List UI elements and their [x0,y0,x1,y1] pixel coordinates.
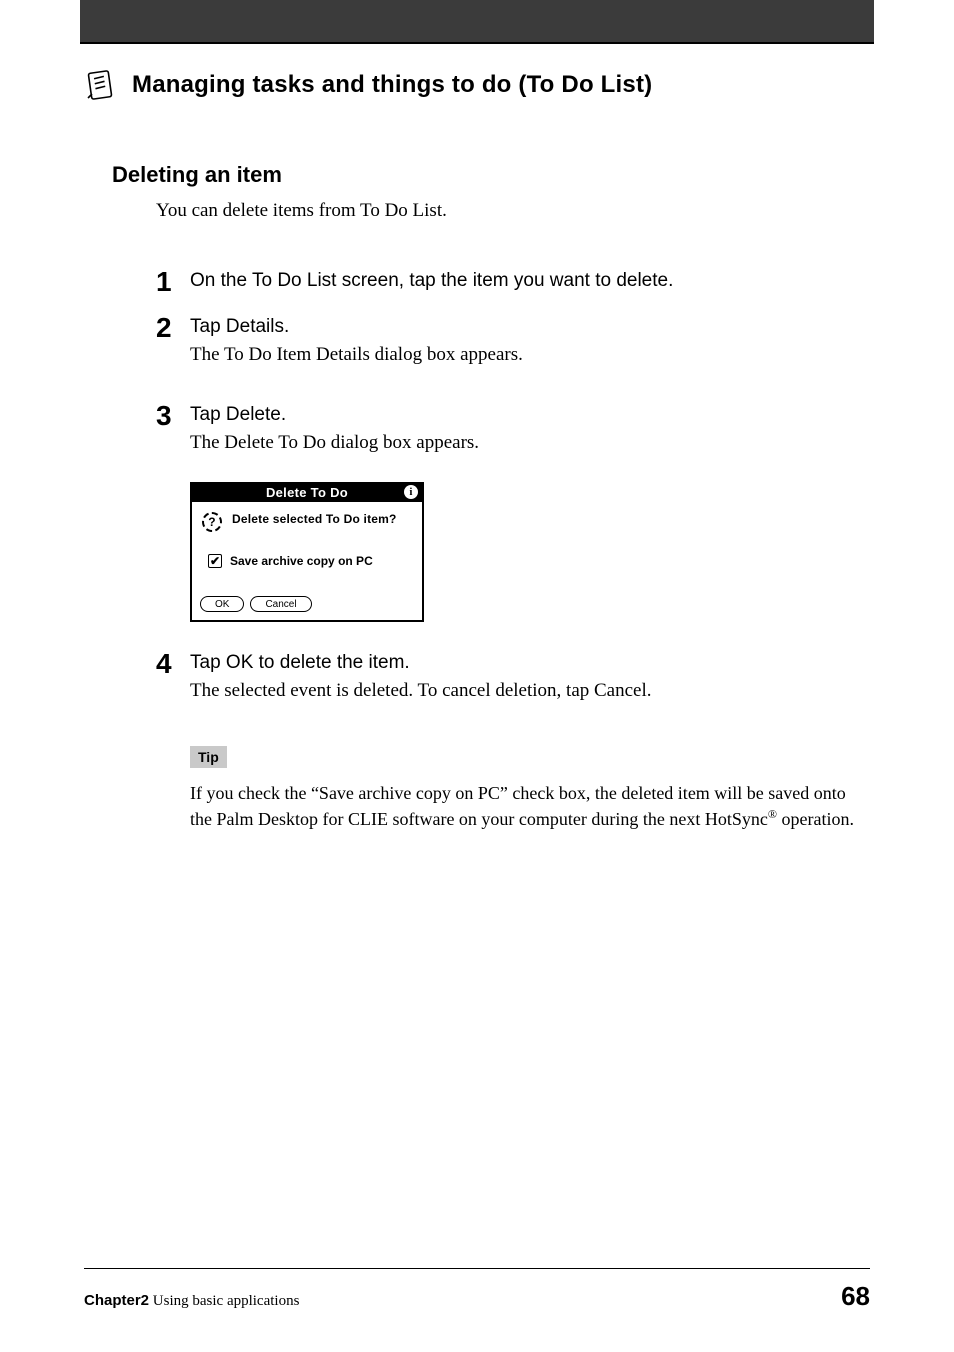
dialog-message: Delete selected To Do item? [232,512,397,527]
info-icon[interactable]: i [404,485,418,499]
dialog-title: Delete To Do [266,485,348,500]
title-row: Managing tasks and things to do (To Do L… [84,68,870,102]
step-number: 2 [156,314,190,342]
step-description: The Delete To Do dialog box appears. [190,432,870,454]
checkbox-label: Save archive copy on PC [230,554,373,568]
step-number: 4 [156,650,190,678]
section-intro: You can delete items from To Do List. [156,200,870,222]
tip-text: If you check the “Save archive copy on P… [190,780,870,832]
dialog-body: ? Delete selected To Do item? ✔ Save arc… [192,502,422,592]
step-2: 2 Tap Details. The To Do Item Details di… [156,316,870,384]
footer-rule [84,1268,870,1269]
footer-row: Chapter2 Using basic applications 68 [84,1281,870,1312]
tip-label: Tip [190,746,227,768]
step-4: 4 Tap OK to delete the item. The selecte… [156,652,870,720]
section-title: Deleting an item [112,162,870,188]
delete-todo-dialog: Delete To Do i ? Delete selected To Do i… [190,482,424,622]
cancel-button[interactable]: Cancel [250,596,311,612]
checkbox-icon[interactable]: ✔ [208,554,222,568]
tip-box: Tip If you check the “Save archive copy … [190,746,870,832]
dialog-checkbox-row[interactable]: ✔ Save archive copy on PC [208,554,412,568]
todo-list-icon [84,68,118,102]
step-number: 1 [156,268,190,296]
page-footer: Chapter2 Using basic applications 68 [0,1268,954,1312]
tip-text-before: If you check the “Save archive copy on P… [190,783,846,829]
tip-text-after: operation. [777,809,854,829]
step-instruction: On the To Do List screen, tap the item y… [190,270,870,292]
question-icon: ? [202,512,222,532]
step-instruction: Tap Delete. [190,404,870,426]
top-banner [80,0,874,42]
page-title: Managing tasks and things to do (To Do L… [132,71,652,99]
step-1: 1 On the To Do List screen, tap the item… [156,270,870,296]
step-body: Tap OK to delete the item. The selected … [190,652,870,720]
registered-mark: ® [768,807,777,821]
dialog-titlebar: Delete To Do i [192,484,422,502]
step-instruction: Tap OK to delete the item. [190,652,870,674]
step-description: The To Do Item Details dialog box appear… [190,344,870,366]
step-instruction: Tap Details. [190,316,870,338]
chapter-label: Chapter2 [84,1292,149,1309]
footer-left: Chapter2 Using basic applications [84,1292,299,1310]
page-content: Managing tasks and things to do (To Do L… [0,44,954,832]
step-number: 3 [156,402,190,430]
step-body: Tap Delete. The Delete To Do dialog box … [190,404,870,472]
ok-button[interactable]: OK [200,596,244,612]
chapter-text: Using basic applications [149,1293,299,1309]
dialog-message-row: ? Delete selected To Do item? [202,512,412,532]
step-3: 3 Tap Delete. The Delete To Do dialog bo… [156,404,870,472]
page-number: 68 [841,1281,870,1312]
step-body: Tap Details. The To Do Item Details dial… [190,316,870,384]
step-description: The selected event is deleted. To cancel… [190,680,870,702]
step-body: On the To Do List screen, tap the item y… [190,270,870,294]
dialog-buttons: OK Cancel [192,592,422,620]
